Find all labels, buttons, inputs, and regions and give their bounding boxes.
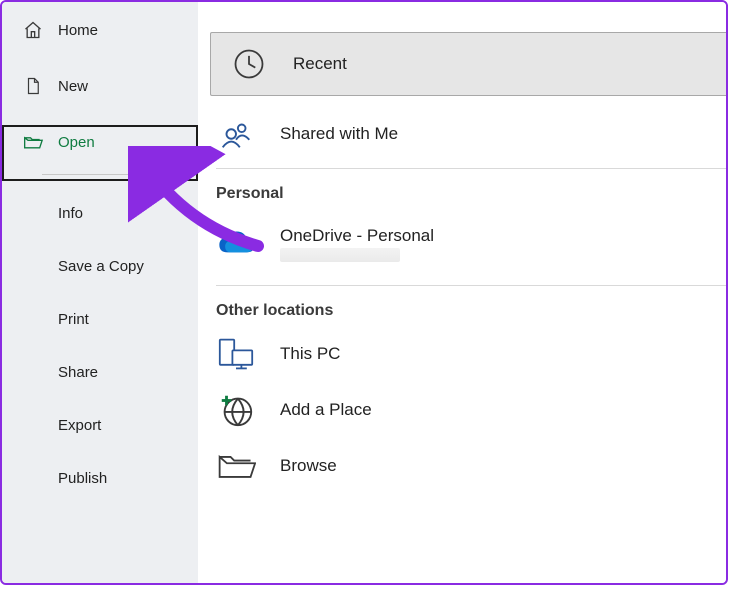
this-pc-icon <box>216 334 256 374</box>
clock-icon <box>229 44 269 84</box>
sidebar-divider <box>42 174 178 175</box>
nav-label: Save a Copy <box>58 258 144 275</box>
section-personal: Personal <box>198 169 726 209</box>
nav-publish[interactable]: Publish <box>2 452 198 505</box>
location-label: Add a Place <box>280 400 372 420</box>
location-add-place[interactable]: Add a Place <box>198 382 726 438</box>
nav-export[interactable]: Export <box>2 399 198 452</box>
nav-share[interactable]: Share <box>2 346 198 399</box>
backstage-sidebar: Home New Open <box>2 2 198 583</box>
nav-info[interactable]: Info <box>2 187 198 240</box>
location-label: Shared with Me <box>280 124 398 144</box>
nav-home[interactable]: Home <box>2 2 198 58</box>
onedrive-account-placeholder <box>280 248 400 262</box>
location-recent[interactable]: Recent <box>210 32 727 96</box>
nav-label: Open <box>58 134 95 151</box>
nav-label: Share <box>58 364 98 381</box>
nav-label: New <box>58 78 88 95</box>
open-panel: Recent Shared with Me Personal <box>198 2 726 583</box>
location-label: OneDrive - Personal <box>280 226 434 262</box>
nav-label: Publish <box>58 470 107 487</box>
location-label: This PC <box>280 344 340 364</box>
nav-label: Export <box>58 417 101 434</box>
section-other: Other locations <box>198 286 726 326</box>
location-this-pc[interactable]: This PC <box>198 326 726 382</box>
people-icon <box>216 114 256 154</box>
nav-label: Home <box>58 22 98 39</box>
home-icon <box>22 19 44 41</box>
location-onedrive[interactable]: OneDrive - Personal <box>198 209 726 279</box>
sidebar-secondary-list: Info Save a Copy Print Share Export Publ… <box>2 179 198 505</box>
open-folder-icon <box>22 131 44 153</box>
nav-label: Info <box>58 205 83 222</box>
location-label: Browse <box>280 456 337 476</box>
onedrive-icon <box>216 224 256 264</box>
add-place-icon <box>216 390 256 430</box>
nav-save[interactable]: Save a Copy <box>2 240 198 293</box>
new-doc-icon <box>22 75 44 97</box>
nav-new[interactable]: New <box>2 58 198 114</box>
nav-label: Print <box>58 311 89 328</box>
browse-folder-icon <box>216 446 256 486</box>
location-browse[interactable]: Browse <box>198 438 726 494</box>
nav-open[interactable]: Open <box>2 114 198 170</box>
location-shared[interactable]: Shared with Me <box>198 106 726 162</box>
nav-print[interactable]: Print <box>2 293 198 346</box>
onedrive-title: OneDrive - Personal <box>280 226 434 245</box>
location-label: Recent <box>293 54 347 74</box>
